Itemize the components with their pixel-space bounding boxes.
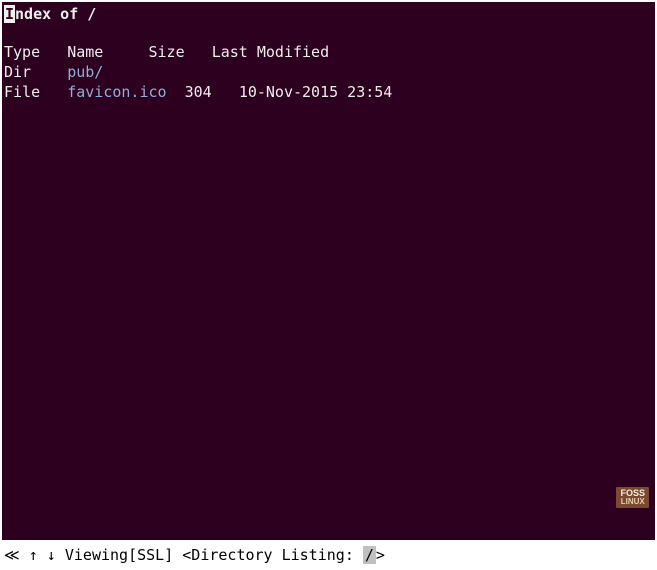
page-title: Index of / xyxy=(2,4,655,24)
entry-modified: 10-Nov-2015 23:54 xyxy=(239,83,393,101)
status-listing-suffix: > xyxy=(376,546,385,564)
col-modified: Last Modified xyxy=(212,43,329,61)
status-ssl: [SSL] xyxy=(128,546,173,564)
title-text: ndex of / xyxy=(15,5,96,23)
watermark-badge: FOSS LINUX xyxy=(616,487,649,508)
entry-link[interactable]: favicon.ico xyxy=(67,83,166,101)
entry-link[interactable]: pub/ xyxy=(67,63,103,81)
table-row: File favicon.ico 304 10-Nov-2015 23:54 xyxy=(2,82,655,102)
terminal-window: Index of / Type Name Size Last Modified … xyxy=(2,2,655,540)
status-listing-prefix: <Directory Listing: xyxy=(173,546,363,564)
status-bar: ≪ ↑ ↓ Viewing[SSL] <Directory Listing: /… xyxy=(2,542,655,568)
col-type: Type xyxy=(4,43,40,61)
cursor-char: I xyxy=(4,5,15,23)
col-size: Size xyxy=(149,43,185,61)
col-name: Name xyxy=(67,43,103,61)
watermark-line2: LINUX xyxy=(620,498,645,506)
entry-type: File xyxy=(4,83,40,101)
status-viewing: Viewing xyxy=(65,546,128,564)
entry-size: 304 xyxy=(185,83,212,101)
column-headers: Type Name Size Last Modified xyxy=(2,42,655,62)
entry-type: Dir xyxy=(4,63,31,81)
nav-arrows-icon[interactable]: ≪ ↑ ↓ xyxy=(4,546,65,564)
table-row: Dir pub/ xyxy=(2,62,655,82)
status-path: / xyxy=(363,546,376,564)
